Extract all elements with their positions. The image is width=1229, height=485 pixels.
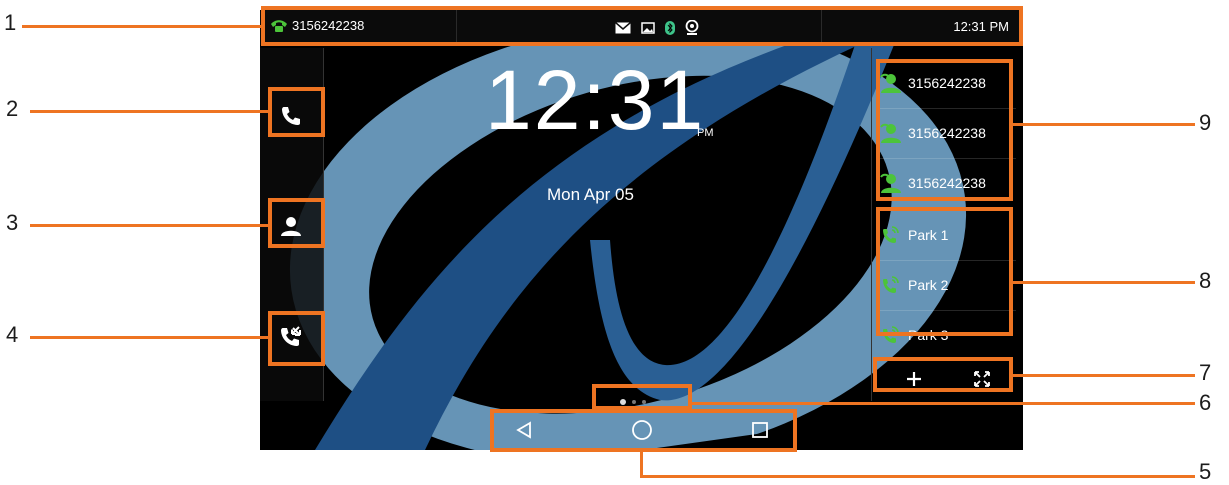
callout-7: 7 <box>1199 360 1212 385</box>
highlight-line-keys <box>876 59 1013 201</box>
clock-time: 12:31 <box>485 53 706 147</box>
leader-line <box>30 336 268 339</box>
leader-line <box>640 475 1195 478</box>
callout-6: 6 <box>1199 390 1212 415</box>
highlight-park-keys <box>876 207 1013 336</box>
clock-ampm: PM <box>697 127 714 139</box>
callout-5: 5 <box>1199 459 1212 484</box>
leader-line <box>1013 374 1195 377</box>
highlight-transfer <box>268 311 325 366</box>
callout-9: 9 <box>1199 110 1212 135</box>
callout-2: 2 <box>6 96 19 121</box>
callout-3: 3 <box>6 210 19 235</box>
leader-line <box>30 224 268 227</box>
highlight-contacts <box>268 198 325 248</box>
highlight-status-bar <box>261 6 1023 46</box>
highlight-page-indicator <box>592 384 692 410</box>
clock-date: Mon Apr 05 <box>547 185 634 204</box>
highlight-nav-bar <box>490 409 797 452</box>
callout-8: 8 <box>1199 268 1212 293</box>
highlight-panel-controls <box>873 357 1013 392</box>
highlight-phone <box>268 87 325 137</box>
leader-line <box>692 402 1195 405</box>
leader-line <box>30 110 268 113</box>
callout-4: 4 <box>6 322 19 347</box>
leader-line <box>1013 281 1195 284</box>
callout-1: 1 <box>4 10 17 35</box>
leader-line <box>1013 123 1195 126</box>
leader-line <box>22 25 261 28</box>
